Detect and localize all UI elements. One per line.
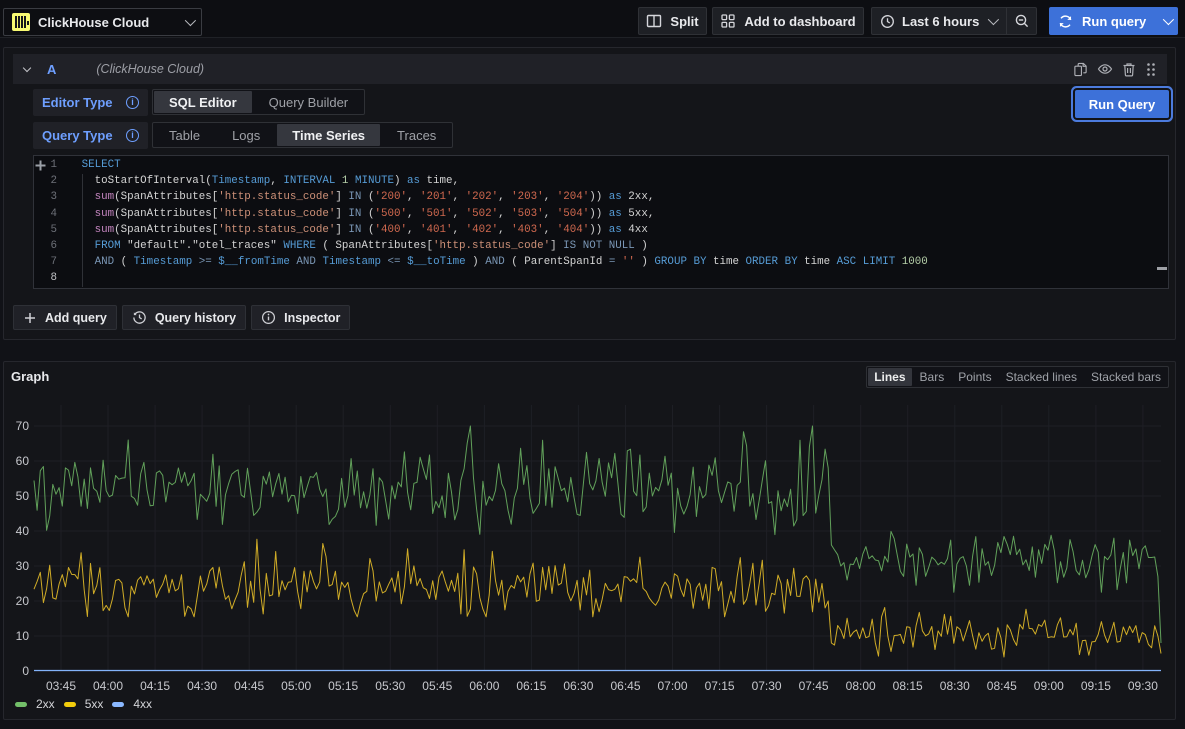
- svg-text:04:15: 04:15: [140, 679, 170, 693]
- svg-text:03:45: 03:45: [46, 679, 76, 693]
- svg-text:07:00: 07:00: [657, 679, 687, 693]
- svg-text:20: 20: [16, 594, 30, 608]
- svg-text:60: 60: [16, 454, 30, 468]
- svg-text:04:30: 04:30: [187, 679, 217, 693]
- svg-text:08:00: 08:00: [846, 679, 876, 693]
- svg-text:04:00: 04:00: [93, 679, 123, 693]
- svg-text:05:15: 05:15: [328, 679, 358, 693]
- svg-text:40: 40: [16, 524, 30, 538]
- svg-text:07:45: 07:45: [799, 679, 829, 693]
- svg-text:10: 10: [16, 629, 30, 643]
- svg-text:70: 70: [16, 419, 30, 433]
- svg-text:30: 30: [16, 559, 30, 573]
- svg-text:50: 50: [16, 489, 30, 503]
- svg-text:06:45: 06:45: [610, 679, 640, 693]
- svg-text:08:30: 08:30: [940, 679, 970, 693]
- svg-text:06:15: 06:15: [516, 679, 546, 693]
- svg-text:04:45: 04:45: [234, 679, 264, 693]
- svg-text:05:00: 05:00: [281, 679, 311, 693]
- svg-text:08:45: 08:45: [987, 679, 1017, 693]
- svg-text:0: 0: [22, 664, 29, 678]
- svg-text:05:30: 05:30: [375, 679, 405, 693]
- svg-text:09:15: 09:15: [1081, 679, 1111, 693]
- svg-text:06:00: 06:00: [469, 679, 499, 693]
- svg-text:09:30: 09:30: [1128, 679, 1158, 693]
- svg-text:08:15: 08:15: [893, 679, 923, 693]
- svg-text:07:30: 07:30: [752, 679, 782, 693]
- svg-text:05:45: 05:45: [422, 679, 452, 693]
- svg-text:07:15: 07:15: [705, 679, 735, 693]
- svg-text:09:00: 09:00: [1034, 679, 1064, 693]
- svg-text:06:30: 06:30: [563, 679, 593, 693]
